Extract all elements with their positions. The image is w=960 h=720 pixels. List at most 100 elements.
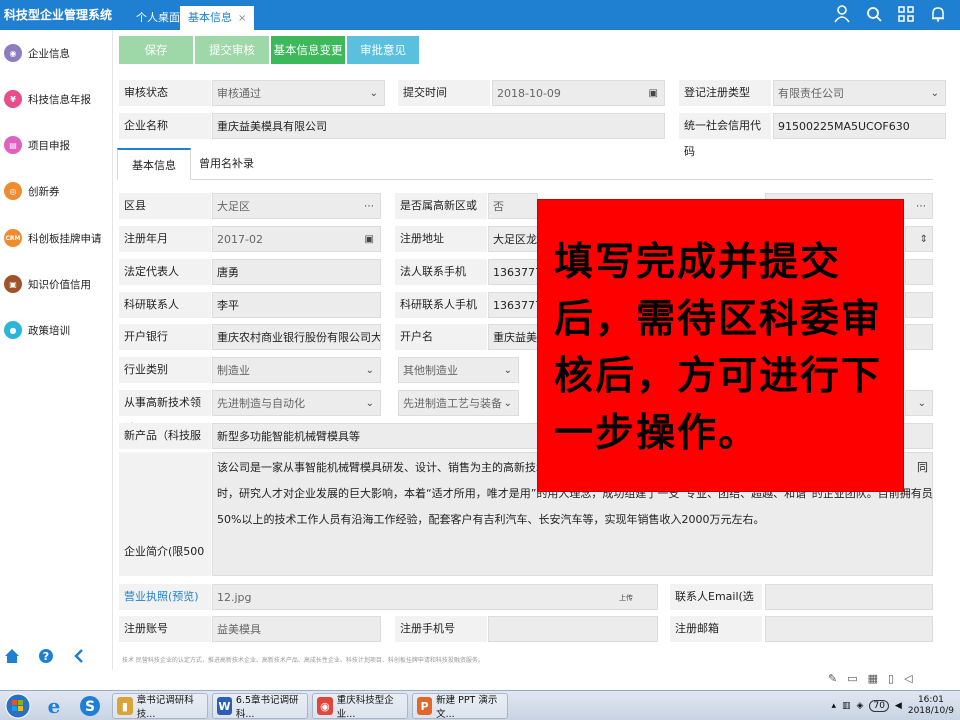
footer-note: 技术 民营科技企业的认定方式，推进高新技术企业、高新技术产品、高成长性企业、科技… bbox=[122, 657, 484, 664]
sidebar-item-label: 科创板挂牌申请 bbox=[28, 232, 102, 245]
chevron-down-icon: ⌄ bbox=[503, 365, 512, 376]
account-name-field[interactable]: 重庆益美模 bbox=[488, 324, 538, 350]
taskbar-label: 新建 PPT 演示文... bbox=[436, 695, 498, 720]
shield-icon[interactable]: ◈ bbox=[857, 701, 864, 711]
tray-arrow-icon[interactable]: ▴ bbox=[832, 701, 837, 711]
bank-field[interactable]: 重庆农村商业银行股份有限公司大足龙 bbox=[212, 324, 381, 350]
reg-account-label: 注册账号 bbox=[119, 616, 211, 642]
district-field[interactable]: 大足区 ⋯ bbox=[212, 193, 381, 219]
tab-close-icon[interactable]: × bbox=[238, 13, 246, 24]
home-icon[interactable] bbox=[4, 648, 20, 667]
submit-time-label: 提交时间 bbox=[398, 80, 490, 106]
tech-field-sub-select[interactable]: 先进制造工艺与装备 ⌄ bbox=[398, 390, 519, 416]
sidebar-item-listing[interactable]: CRM 科创板挂牌申请 bbox=[0, 223, 113, 253]
reg-account-field[interactable]: 益美模具 bbox=[212, 616, 381, 642]
rd-contact-field[interactable]: 李平 bbox=[212, 292, 381, 318]
hightech-zone-field[interactable]: 否 bbox=[488, 193, 538, 219]
taskbar-item-folder[interactable]: ▮ 章书记调研科技... bbox=[112, 693, 208, 720]
chrome-icon: ◉ bbox=[317, 697, 333, 715]
reg-phone-field[interactable] bbox=[488, 616, 658, 642]
save-button[interactable]: 保存 bbox=[119, 36, 193, 64]
clock[interactable]: 16:01 2018/10/9 bbox=[908, 695, 954, 717]
taskbar-item-word[interactable]: W 6.5章书记调研科... bbox=[212, 693, 308, 720]
notes-icon[interactable]: ▭ bbox=[847, 672, 857, 685]
hidden-field-5[interactable]: ⌄ bbox=[905, 390, 933, 416]
audit-opinion-button[interactable]: 审批意见 bbox=[347, 36, 419, 64]
district-value: 大足区 bbox=[217, 200, 250, 213]
audit-status-select[interactable]: 审核通过 ⌄ bbox=[212, 80, 385, 106]
sidebar-item-innovation-coupon[interactable]: ◎ 创新券 bbox=[0, 176, 113, 206]
intro-label: 企业简介(限500字) bbox=[119, 452, 211, 576]
chevron-down-icon: ⌄ bbox=[930, 88, 939, 99]
pen-icon[interactable]: ✎ bbox=[828, 672, 837, 685]
reg-type-select[interactable]: 有限责任公司 ⌄ bbox=[773, 80, 946, 106]
user-icon[interactable] bbox=[832, 3, 852, 25]
taskbar-item-chrome[interactable]: ◉ 重庆科技型企业... bbox=[312, 693, 408, 720]
company-name-label: 企业名称 bbox=[119, 113, 211, 139]
contact-email-field[interactable] bbox=[765, 584, 933, 610]
grid-view-icon[interactable]: ▦ bbox=[868, 672, 878, 685]
spinner-icon[interactable]: ⇕ bbox=[920, 227, 928, 251]
search-icon[interactable] bbox=[864, 3, 884, 25]
sidebar-item-knowledge-credit[interactable]: ▣ 知识价值信用 bbox=[0, 269, 113, 299]
company-name-field[interactable]: 重庆益美模具有限公司 bbox=[212, 113, 665, 139]
rd-contact-label: 科研联系人 bbox=[119, 292, 211, 318]
sidebar-item-annual-report[interactable]: ¥ 科技信息年报 bbox=[0, 84, 113, 114]
spinner-field[interactable]: ⇕ bbox=[905, 226, 933, 252]
back-icon[interactable] bbox=[72, 648, 86, 667]
sidebar-item-project[interactable]: ▤ 项目申报 bbox=[0, 130, 113, 160]
contact-email-label: 联系人Email(选填) bbox=[670, 584, 762, 629]
taskbar-label: 重庆科技型企业... bbox=[336, 695, 394, 720]
new-product-label: 新产品（科技服务... bbox=[119, 423, 211, 468]
network-icon[interactable]: ▥ bbox=[842, 701, 851, 711]
upload-button[interactable]: 上传 bbox=[619, 585, 633, 609]
help-icon[interactable]: ? bbox=[38, 648, 54, 667]
more-icon[interactable]: ⋯ bbox=[916, 194, 926, 218]
tab-desktop[interactable]: 个人桌面 bbox=[128, 6, 188, 30]
reg-address-field[interactable]: 大足区龙水镇 bbox=[488, 226, 538, 252]
rd-phone-field[interactable]: 13637775 bbox=[488, 292, 538, 318]
chevron-down-icon: ⌄ bbox=[365, 365, 374, 376]
tech-field-select[interactable]: 先进制造与自动化 ⌄ bbox=[212, 390, 381, 416]
license-preview-link[interactable]: 营业执照(预览) bbox=[119, 584, 211, 610]
svg-text:?: ? bbox=[43, 650, 49, 663]
hidden-field-3[interactable] bbox=[905, 292, 933, 318]
more-icon[interactable]: ⋯ bbox=[364, 194, 374, 218]
hidden-field-4[interactable] bbox=[905, 324, 933, 350]
reading-view-icon[interactable]: ▯ bbox=[888, 672, 894, 685]
tab-former-names[interactable]: 曾用名补录 bbox=[185, 148, 268, 180]
tab-basic-info[interactable]: 基本信息 × bbox=[180, 6, 255, 30]
grid-icon[interactable] bbox=[896, 3, 916, 25]
basic-info-change-button[interactable]: 基本信息变更 bbox=[271, 36, 345, 64]
tab-basic-info-section[interactable]: 基本信息 bbox=[117, 148, 191, 180]
intro-line-1-tail: 同 bbox=[917, 461, 928, 474]
start-icon[interactable] bbox=[4, 692, 32, 720]
industry-sub-select[interactable]: 其他制造业 ⌄ bbox=[398, 357, 519, 383]
reg-year-value: 2017-02 bbox=[217, 233, 263, 246]
reg-phone-label: 注册手机号 bbox=[395, 616, 487, 642]
reg-email-field[interactable] bbox=[765, 616, 933, 642]
sidebar-item-company-info[interactable]: ◉ 企业信息 bbox=[0, 38, 113, 68]
reg-email-label: 注册邮箱 bbox=[670, 616, 762, 642]
ie-icon[interactable]: e bbox=[42, 694, 66, 720]
hidden-field-2[interactable] bbox=[905, 259, 933, 285]
word-icon: W bbox=[217, 697, 232, 715]
sidebar-item-policy-training[interactable]: ● 政策培训 bbox=[0, 315, 113, 345]
battery-gauge[interactable]: 70 bbox=[869, 700, 889, 712]
credit-code-field[interactable]: 91500225MA5UCOF630 bbox=[773, 113, 946, 139]
legal-phone-field[interactable]: 13637775 bbox=[488, 259, 538, 285]
license-field[interactable]: 12.jpg 上传 bbox=[212, 584, 658, 610]
audit-status-value: 审核通过 bbox=[217, 87, 261, 100]
submit-time-field[interactable]: 2018-10-09 ▣ bbox=[492, 80, 665, 106]
industry-select[interactable]: 制造业 ⌄ bbox=[212, 357, 381, 383]
bell-icon[interactable] bbox=[928, 3, 948, 25]
volume-icon[interactable]: ◀ bbox=[895, 701, 902, 711]
taskbar-item-ppt[interactable]: P 新建 PPT 演示文... bbox=[412, 693, 508, 720]
volume-icon[interactable]: ◁ bbox=[904, 672, 912, 685]
sogou-icon[interactable]: S bbox=[78, 694, 102, 720]
sidebar-item-label: 知识价值信用 bbox=[28, 278, 91, 291]
submit-audit-button[interactable]: 提交审核 bbox=[195, 36, 269, 64]
taskbar: e S ▮ 章书记调研科技... W 6.5章书记调研科... ◉ 重庆科技型企… bbox=[0, 690, 960, 720]
legal-rep-field[interactable]: 唐勇 bbox=[212, 259, 381, 285]
reg-year-field[interactable]: 2017-02 ▣ bbox=[212, 226, 381, 252]
